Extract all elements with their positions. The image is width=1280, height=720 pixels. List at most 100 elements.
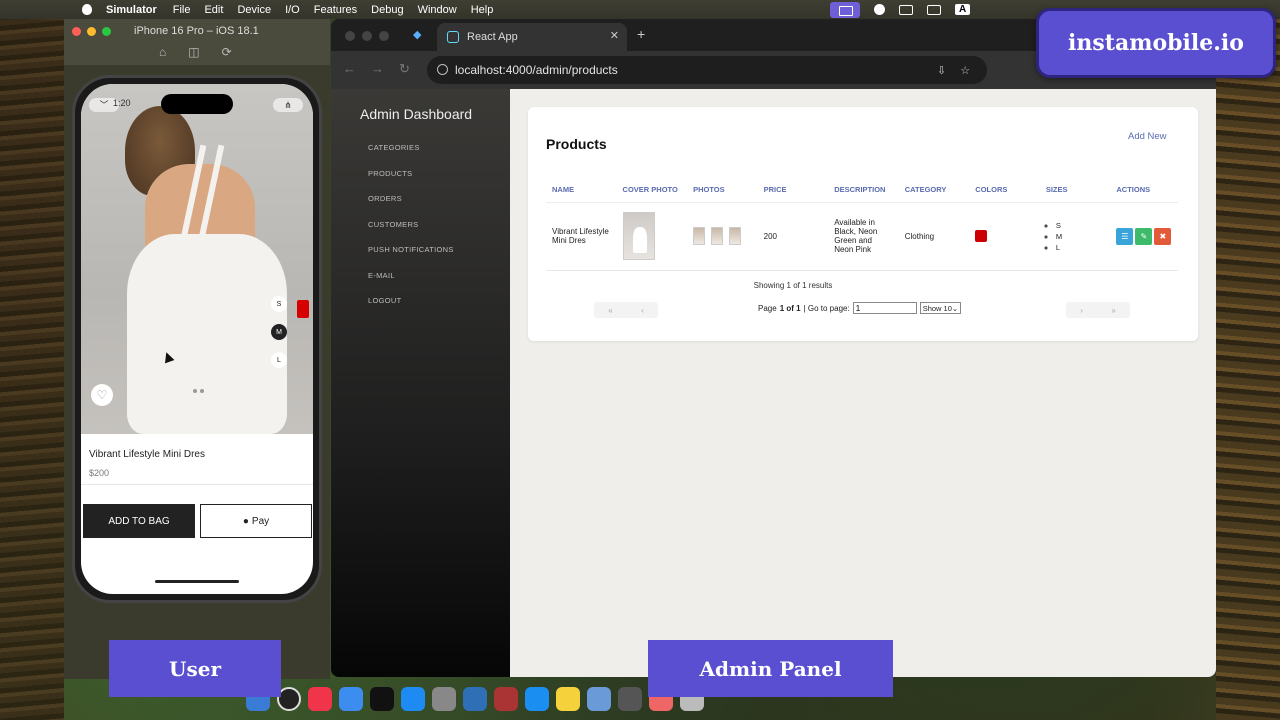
- delete-icon[interactable]: ✖: [1154, 227, 1172, 245]
- pagination-prev: « ‹: [594, 302, 658, 318]
- menu-features[interactable]: Features: [314, 4, 357, 16]
- menu-window[interactable]: Window: [418, 4, 457, 16]
- close-window-button[interactable]: [72, 27, 81, 36]
- photo-white-dress: [127, 234, 287, 434]
- menu-debug[interactable]: Debug: [371, 4, 403, 16]
- screenshot-icon[interactable]: ◫: [188, 45, 199, 59]
- calculator-icon[interactable]: [618, 687, 642, 711]
- volume-icon[interactable]: [927, 4, 941, 15]
- size-option-m[interactable]: M: [271, 324, 287, 340]
- apple-pay-button[interactable]: ● Pay: [200, 504, 312, 538]
- size-option-s[interactable]: S: [271, 296, 287, 312]
- add-to-bag-button[interactable]: ADD TO BAG: [83, 504, 195, 538]
- last-page-icon[interactable]: »: [1111, 306, 1115, 315]
- address-bar[interactable]: localhost:4000/admin/products: [427, 56, 987, 84]
- nav-products[interactable]: PRODUCTS: [368, 169, 454, 195]
- cover-photo-thumbnail[interactable]: [622, 212, 655, 260]
- nav-orders[interactable]: ORDERS: [368, 194, 454, 220]
- nav-categories[interactable]: CATEGORIES: [368, 143, 454, 169]
- preview-icon[interactable]: [587, 687, 611, 711]
- cell-price: 200: [757, 202, 829, 271]
- cell-sizes: S M L: [1039, 202, 1111, 271]
- first-page-icon[interactable]: «: [608, 306, 612, 315]
- size-option-l[interactable]: L: [271, 352, 287, 368]
- notes-icon[interactable]: [556, 687, 580, 711]
- input-source-icon[interactable]: A: [955, 4, 971, 15]
- cell-description: Available in Black, Neon Green and Neon …: [828, 202, 899, 271]
- heart-icon[interactable]: ♡: [91, 384, 113, 406]
- back-icon[interactable]: ←: [343, 61, 356, 76]
- apple-menu-icon[interactable]: [80, 3, 94, 17]
- pagination: « ‹ Page 1 of 1 | Go to page: Show 10 ⌄: [594, 302, 1134, 318]
- color-swatch-red[interactable]: [297, 300, 309, 318]
- menu-io[interactable]: I/O: [285, 4, 300, 16]
- col-description[interactable]: DESCRIPTION: [828, 177, 899, 203]
- menu-file[interactable]: File: [173, 4, 191, 16]
- app-store-icon[interactable]: [525, 687, 549, 711]
- nav-logout[interactable]: LOGOUT: [368, 296, 454, 322]
- menu-help[interactable]: Help: [471, 4, 494, 16]
- reload-icon[interactable]: ↻: [399, 61, 410, 77]
- xcode-icon[interactable]: [401, 687, 425, 711]
- user-label: User: [109, 640, 281, 697]
- bookmark-star-icon[interactable]: ☆: [960, 64, 970, 77]
- goto-page-input[interactable]: [852, 302, 917, 314]
- next-page-icon[interactable]: ›: [1080, 306, 1083, 315]
- minimize-window-button[interactable]: [87, 27, 96, 36]
- product-photo[interactable]: ﹀ ⋔ S M L ♡: [81, 84, 313, 434]
- forward-icon[interactable]: →: [371, 61, 384, 76]
- col-photos[interactable]: PHOTOS: [687, 177, 758, 203]
- menu-app-name[interactable]: Simulator: [106, 4, 157, 16]
- tab-react-app[interactable]: React App ✕: [437, 23, 627, 51]
- zoom-window-button[interactable]: [379, 31, 389, 41]
- rotate-icon[interactable]: ⟳: [222, 45, 232, 59]
- simulator-titlebar: iPhone 16 Pro – iOS 18.1 ⌂ ◫ ⟳: [64, 19, 330, 65]
- extension-gem-icon[interactable]: ◆: [413, 28, 421, 41]
- nav-email[interactable]: E-MAIL: [368, 271, 454, 297]
- music-icon[interactable]: [308, 687, 332, 711]
- page-size-value: Show 10: [922, 303, 952, 313]
- close-window-button[interactable]: [345, 31, 355, 41]
- cell-photos: [687, 202, 758, 271]
- screen-mirroring-icon[interactable]: [830, 1, 860, 18]
- simulator-icon[interactable]: [463, 687, 487, 711]
- dictionary-icon[interactable]: [494, 687, 518, 711]
- page-size-select[interactable]: Show 10 ⌄: [919, 302, 962, 314]
- install-icon[interactable]: ⇩: [937, 64, 946, 77]
- wallpaper-tree-left: [0, 20, 64, 720]
- new-tab-button[interactable]: +: [637, 26, 645, 42]
- col-cover-photo[interactable]: COVER PHOTO: [616, 177, 688, 203]
- home-icon[interactable]: ⌂: [159, 45, 166, 59]
- col-price[interactable]: PRICE: [757, 177, 829, 203]
- home-indicator[interactable]: [155, 580, 239, 583]
- display-icon[interactable]: [899, 4, 913, 15]
- divider: [81, 484, 313, 485]
- edit-icon[interactable]: ✎: [1135, 227, 1153, 245]
- prev-page-icon[interactable]: ‹: [641, 306, 644, 315]
- zoom-window-button[interactable]: [102, 27, 111, 36]
- simulator-title: iPhone 16 Pro – iOS 18.1: [134, 25, 259, 37]
- photo-thumbnail[interactable]: [729, 227, 742, 245]
- activity-monitor-icon[interactable]: [370, 687, 394, 711]
- col-sizes[interactable]: SIZES: [1039, 177, 1111, 203]
- nav-push-notifications[interactable]: PUSH NOTIFICATIONS: [368, 245, 454, 271]
- view-icon[interactable]: ☰: [1116, 227, 1134, 245]
- close-icon[interactable]: ✕: [610, 29, 619, 42]
- cell-name: Vibrant Lifestyle Mini Dres: [546, 202, 617, 271]
- share-icon[interactable]: ⋔: [273, 98, 303, 112]
- col-category[interactable]: CATEGORY: [898, 177, 970, 203]
- nav-customers[interactable]: CUSTOMERS: [368, 220, 454, 246]
- menu-device[interactable]: Device: [237, 4, 271, 16]
- mail-icon[interactable]: [339, 687, 363, 711]
- record-icon[interactable]: [874, 4, 885, 15]
- site-info-icon[interactable]: [437, 64, 448, 75]
- system-settings-icon[interactable]: [432, 687, 456, 711]
- col-name[interactable]: NAME: [546, 177, 617, 203]
- add-new-link[interactable]: Add New: [1128, 131, 1167, 142]
- minimize-window-button[interactable]: [362, 31, 372, 41]
- col-colors[interactable]: COLORS: [969, 177, 1040, 203]
- photo-thumbnail[interactable]: [693, 227, 706, 245]
- menu-edit[interactable]: Edit: [204, 4, 223, 16]
- table-header-row: NAME COVER PHOTO PHOTOS PRICE DESCRIPTIO…: [546, 177, 1178, 203]
- photo-thumbnail[interactable]: [711, 227, 724, 245]
